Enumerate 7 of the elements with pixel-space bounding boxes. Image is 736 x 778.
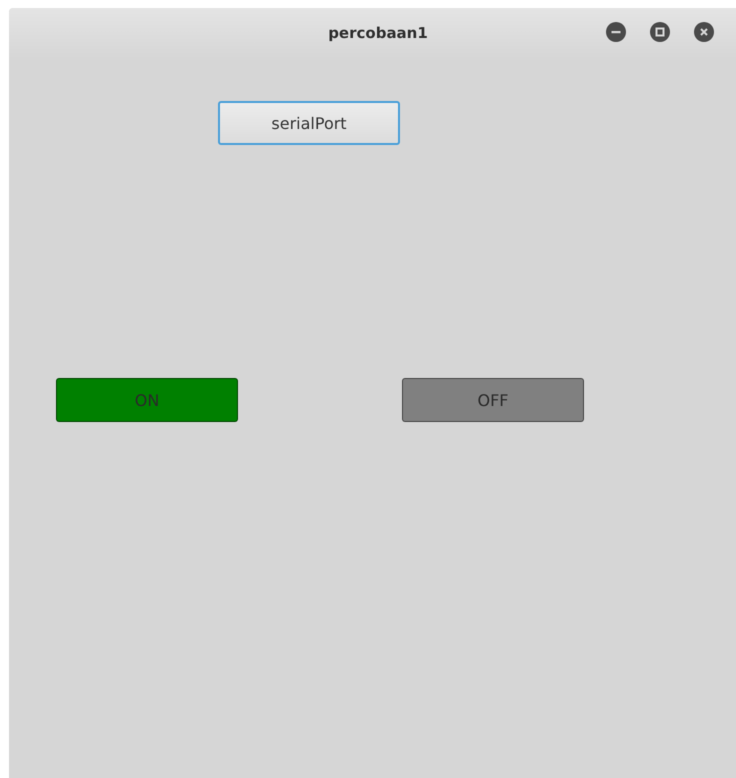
minimize-icon[interactable] bbox=[606, 22, 626, 42]
window-title: percobaan1 bbox=[328, 24, 428, 42]
switch-button[interactable]: OFF bbox=[402, 378, 584, 422]
switch-button[interactable]: ON bbox=[56, 378, 238, 422]
close-icon[interactable] bbox=[694, 22, 714, 42]
serial-port-button[interactable]: serialPort bbox=[218, 101, 400, 145]
maximize-icon[interactable] bbox=[650, 22, 670, 42]
